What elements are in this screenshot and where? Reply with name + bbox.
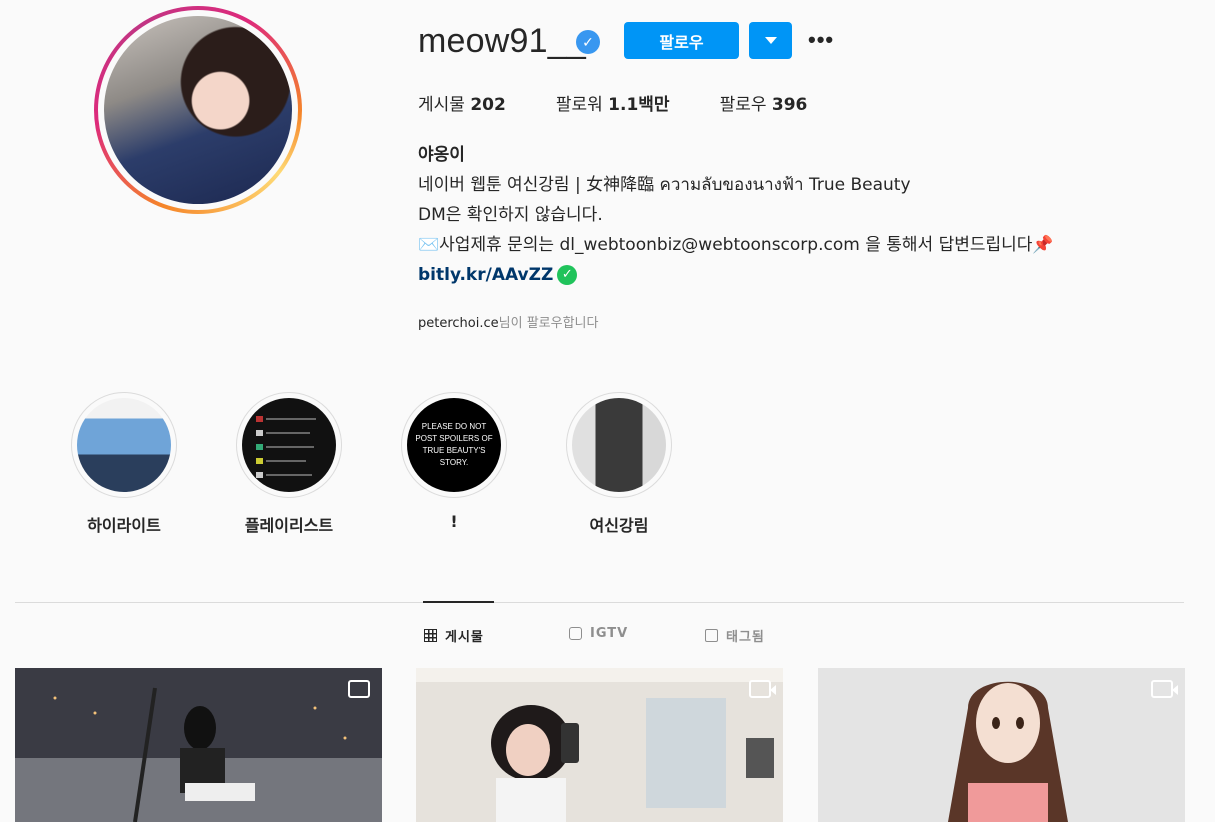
verified-badge-icon: ✓ [576, 30, 600, 54]
highlight-item[interactable]: 플레이리스트 [235, 392, 343, 536]
followed-by: peterchoi.ce님이 팔로우합니다 [418, 316, 599, 331]
bio-line: DM은 확인하지 않습니다. [418, 205, 603, 225]
follow-button[interactable]: 팔로우 [624, 22, 739, 59]
post-thumbnail[interactable] [15, 668, 382, 822]
highlight-label: 여신강림 [589, 516, 649, 535]
tab-tagged[interactable]: 태그됨 [705, 626, 765, 645]
highlight-cover [572, 398, 666, 492]
highlight-cover [77, 398, 171, 492]
playlist-cover-graphic [256, 416, 316, 478]
highlight-item[interactable]: 하이라이트 [70, 392, 178, 536]
post-thumbnail[interactable] [416, 668, 783, 822]
avatar [104, 16, 292, 204]
post-image [818, 668, 1185, 822]
active-tab-indicator [423, 601, 494, 603]
bio-line: 네이버 웹툰 여신강림 | 女神降臨 ความลับของนางฟ้า True… [418, 175, 911, 195]
highlight-item[interactable]: PLEASE DO NOT POST SPOILERS OF TRUE BEAU… [400, 392, 508, 531]
highlight-label: ! [450, 512, 458, 531]
bio-link[interactable]: bitly.kr/AAvZZ [418, 265, 553, 285]
post-thumbnail[interactable] [818, 668, 1185, 822]
profile-stats: 게시물 202 팔로워 1.1백만 팔로우 396 [418, 90, 857, 115]
highlight-cover: PLEASE DO NOT POST SPOILERS OF TRUE BEAU… [407, 398, 501, 492]
display-name: 야옹이 [418, 145, 465, 165]
highlight-label: 하이라이트 [87, 516, 161, 535]
video-icon [1151, 680, 1178, 698]
post-image [15, 668, 382, 822]
grid-icon [424, 629, 437, 642]
following-count[interactable]: 팔로우 396 [720, 90, 808, 115]
profile-avatar-ring[interactable] [94, 6, 302, 214]
carousel-icon [348, 680, 370, 698]
highlight-item[interactable]: 여신강림 [565, 392, 673, 536]
profile-bio: 야옹이 네이버 웹툰 여신강림 | 女神降臨 ความลับของนางฟ้า … [418, 140, 1054, 290]
tab-posts[interactable]: 게시물 [424, 626, 484, 645]
posts-count: 게시물 202 [418, 95, 506, 115]
bio-line: ✉️사업제휴 문의는 dl_webtoonbiz@webtoonscorp.co… [418, 235, 1054, 255]
tab-igtv[interactable]: IGTV [569, 626, 628, 641]
post-image [416, 668, 783, 822]
tv-icon [569, 627, 582, 640]
followed-by-user-link[interactable]: peterchoi.ce [418, 316, 499, 331]
chevron-down-icon [765, 37, 777, 44]
bio-link-row: bitly.kr/AAvZZ ✓ [418, 260, 1054, 290]
highlight-cover [242, 398, 336, 492]
check-icon: ✓ [557, 265, 578, 285]
suggested-accounts-dropdown-button[interactable] [749, 22, 792, 59]
username: meow91__ [418, 22, 586, 60]
video-icon [749, 680, 776, 698]
highlight-label: 플레이리스트 [244, 516, 334, 535]
tag-icon [705, 629, 718, 642]
more-options-icon[interactable]: ••• [808, 26, 838, 54]
divider [15, 602, 1184, 603]
followers-count[interactable]: 팔로워 1.1백만 [556, 90, 670, 115]
